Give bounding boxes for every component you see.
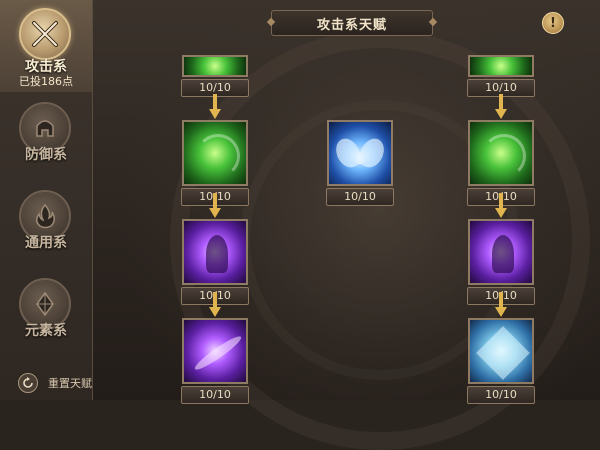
talent-level: 10/10 bbox=[326, 188, 394, 206]
arrow-down-icon bbox=[495, 94, 507, 119]
page-title: 攻击系天赋 bbox=[316, 17, 387, 33]
reset-talents-button[interactable]: 重置天赋 bbox=[18, 373, 92, 393]
green-energy-icon bbox=[468, 55, 534, 77]
reset-talents-label: 重置天赋 bbox=[48, 377, 92, 390]
refresh-icon bbox=[18, 373, 38, 393]
purple-figure-icon bbox=[182, 219, 248, 285]
category-name: 元素系 bbox=[25, 323, 67, 339]
purple-slash-icon bbox=[182, 318, 248, 384]
talent-level: 10/10 bbox=[467, 386, 535, 404]
green-energy-icon bbox=[182, 55, 248, 77]
arrow-down-icon bbox=[209, 193, 221, 218]
category-defense[interactable]: 防御系 bbox=[0, 100, 92, 172]
category-sidebar: 攻击系 已投186点 防御系 通用系 元素系 重置天赋 bbox=[0, 0, 93, 400]
purple-demon-icon bbox=[468, 219, 534, 285]
green-fist-icon bbox=[468, 120, 534, 186]
talent-right-top[interactable]: 10/10 bbox=[467, 55, 535, 97]
talent-left-3[interactable]: 10/10 bbox=[181, 318, 249, 404]
green-swirl-icon bbox=[182, 120, 248, 186]
exclamation-icon: ! bbox=[550, 15, 556, 31]
category-general[interactable]: 通用系 bbox=[0, 188, 92, 260]
talent-middle[interactable]: 10/10 bbox=[326, 120, 394, 206]
page-title-banner: 攻击系天赋 bbox=[271, 10, 433, 36]
ice-crystal-icon bbox=[468, 318, 534, 384]
category-attack[interactable]: 攻击系 已投186点 bbox=[0, 0, 92, 92]
arrow-down-icon bbox=[209, 292, 221, 317]
talent-left-top[interactable]: 10/10 bbox=[181, 55, 249, 97]
crossed-swords-icon bbox=[19, 8, 71, 60]
blue-wings-icon bbox=[327, 120, 393, 186]
category-name: 防御系 bbox=[25, 147, 67, 163]
arrow-down-icon bbox=[495, 292, 507, 317]
arrow-down-icon bbox=[209, 94, 221, 119]
category-points: 已投186点 bbox=[19, 75, 73, 88]
arrow-down-icon bbox=[495, 193, 507, 218]
talent-level: 10/10 bbox=[181, 386, 249, 404]
info-button[interactable]: ! bbox=[542, 12, 564, 34]
category-element[interactable]: 元素系 bbox=[0, 276, 92, 348]
category-name: 通用系 bbox=[25, 235, 67, 251]
talent-right-3[interactable]: 10/10 bbox=[467, 318, 535, 404]
